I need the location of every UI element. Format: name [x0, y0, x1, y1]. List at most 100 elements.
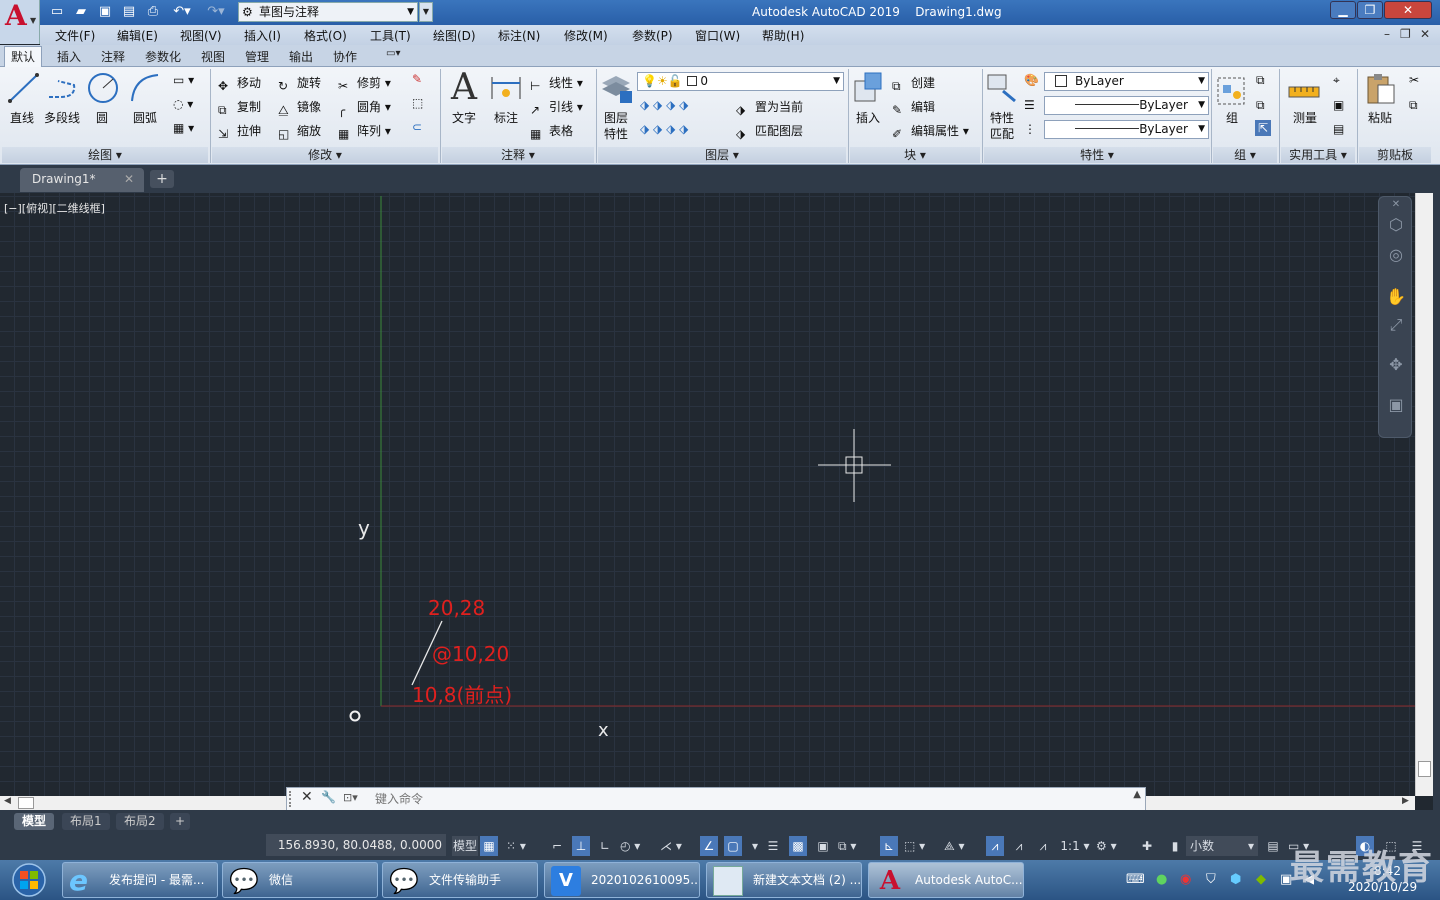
taskbar-file-transfer[interactable]: 💬 文件传输助手 [382, 862, 538, 898]
erase-icon[interactable]: ✎ [412, 72, 422, 86]
save-icon[interactable]: ▣ [96, 3, 114, 21]
menu-parametric[interactable]: 参数(P) [632, 27, 673, 44]
rectangle-icon[interactable]: ▭ ▾ [173, 73, 194, 87]
horizontal-scroll-thumb[interactable] [18, 797, 34, 809]
annotation-scale-dropdown[interactable]: 1:1 ▾ [1058, 836, 1092, 856]
transparency-toggle-icon[interactable]: ▩ [789, 836, 807, 856]
scale-button[interactable]: ◱ 缩放 [278, 122, 321, 143]
model-space-toggle[interactable]: 模型 [452, 836, 478, 856]
transparency-icon[interactable]: ⋮ [1024, 122, 1036, 136]
circle-button[interactable]: 圆 [96, 109, 108, 126]
stretch-button[interactable]: ⇲ 拉伸 [218, 122, 261, 143]
tab-manage[interactable]: 管理 [245, 48, 269, 65]
edit-block-button[interactable]: ✎ 编辑 [892, 98, 935, 119]
vertical-scroll-thumb[interactable] [1418, 761, 1431, 777]
paste-button[interactable]: 粘贴 [1368, 109, 1392, 126]
menu-file[interactable]: 文件(F) [55, 27, 95, 44]
hatch-icon[interactable]: ◌ ▾ [173, 97, 193, 111]
menu-dimension[interactable]: 标注(N) [498, 27, 540, 44]
leader-button[interactable]: ↗ 引线 ▾ [530, 98, 583, 119]
doc-restore-icon[interactable]: ❐ [1400, 27, 1411, 41]
add-layout-button[interactable]: + [170, 813, 191, 830]
ortho-icon[interactable]: ∟ [596, 836, 614, 856]
layer-properties-label[interactable]: 图层 [604, 109, 628, 126]
tab-default[interactable]: 默认 [4, 46, 43, 67]
selection-filter-icon[interactable]: ⬚ ▾ [904, 836, 925, 856]
arc-button[interactable]: 圆弧 [133, 109, 157, 126]
lineweight-toggle-icon[interactable]: ☰ [764, 836, 782, 856]
scroll-left-icon[interactable]: ◀ [4, 796, 11, 806]
group-edit-icon[interactable]: ⧉ [1256, 98, 1265, 113]
doc-tab-drawing1[interactable]: Drawing1* ✕ [20, 168, 144, 192]
menu-modify[interactable]: 修改(M) [564, 27, 608, 44]
maximize-button[interactable]: ❐ [1357, 1, 1383, 19]
scroll-right-icon[interactable]: ▶ [1402, 796, 1409, 806]
infer-constraints-icon[interactable]: ⌐ [548, 836, 566, 856]
lineweight-dropdown[interactable]: ByLayer ▼ [1044, 120, 1209, 139]
panel-draw-title[interactable]: 绘图 ▾ [2, 147, 208, 163]
units-dropdown[interactable]: 小数 ▾ [1186, 836, 1258, 856]
close-icon[interactable]: ✕ [301, 789, 313, 805]
panel-groups-title[interactable]: 组 ▾ [1213, 147, 1277, 163]
insert-button[interactable]: 插入 [856, 109, 880, 126]
wrench-icon[interactable]: 🔧 [321, 790, 336, 804]
steering-wheel-icon[interactable]: ◎ [1385, 245, 1407, 267]
table-button[interactable]: ▦ 表格 [530, 122, 573, 143]
taskbar-autocad[interactable]: A Autodesk AutoC... [868, 862, 1024, 898]
open-file-icon[interactable]: ▰ [72, 3, 90, 21]
tab-parametric[interactable]: 参数化 [145, 48, 181, 65]
command-history-icon[interactable]: ▲ [1133, 789, 1141, 800]
linetype-dropdown[interactable]: ByLayer ▼ [1044, 96, 1209, 115]
save-as-icon[interactable]: ▤ [120, 3, 138, 21]
match-properties-label2[interactable]: 匹配 [990, 125, 1014, 142]
close-icon[interactable]: ✕ [124, 168, 134, 190]
new-file-icon[interactable]: ▭ [48, 3, 66, 21]
color-wheel-icon[interactable]: 🎨 [1024, 73, 1039, 87]
array-button[interactable]: ▦ 阵列 ▾ [338, 122, 391, 143]
panel-clipboard-title[interactable]: 剪贴板 [1359, 147, 1431, 163]
linear-button[interactable]: ⊢ 线性 ▾ [530, 74, 583, 95]
explode-icon[interactable]: ⬚ [412, 96, 423, 110]
copy-clip-icon[interactable]: ⧉ [1409, 98, 1418, 113]
customize-toolbar-button[interactable]: ▼ [419, 2, 433, 22]
menu-window[interactable]: 窗口(W) [695, 27, 740, 44]
taskbar-video[interactable]: V 2020102610095... [544, 862, 700, 898]
shield-icon[interactable]: ⛉ [1206, 872, 1216, 887]
new-tab-button[interactable]: + [150, 170, 174, 188]
fillet-button[interactable]: ╭ 圆角 ▾ [338, 98, 391, 119]
keyboard-icon[interactable]: ⌨ [1126, 872, 1145, 887]
menu-tools[interactable]: 工具(T) [370, 27, 411, 44]
menu-draw[interactable]: 绘图(D) [433, 27, 476, 44]
make-current-button[interactable]: ⬗ 置为当前 [736, 98, 803, 119]
panel-properties-title[interactable]: 特性 ▾ [984, 147, 1210, 163]
layer-tools-row1[interactable]: ⬗ ⬗ ⬗ ⬗ [640, 98, 688, 112]
copy-button[interactable]: ⧉ 复制 [218, 98, 261, 119]
3d-osnap-icon[interactable]: ⧉ ▾ [838, 836, 856, 856]
create-block-button[interactable]: ⧉ 创建 [892, 74, 935, 95]
panel-annotation-title[interactable]: 注释 ▾ [442, 147, 594, 163]
text-button[interactable]: 文字 [452, 109, 476, 126]
tab-view[interactable]: 视图 [201, 48, 225, 65]
color-dropdown[interactable]: ByLayer ▼ [1044, 72, 1209, 91]
panel-layers-title[interactable]: 图层 ▾ [598, 147, 846, 163]
layer-dropdown[interactable]: 💡☀🔓 0 ▼ [637, 72, 844, 91]
close-button[interactable]: ✕ [1384, 1, 1432, 19]
polyline-button[interactable]: 多段线 [44, 109, 80, 126]
menu-format[interactable]: 格式(O) [304, 27, 347, 44]
ribbon-options-icon[interactable]: ▭▾ [386, 48, 400, 59]
menu-help[interactable]: 帮助(H) [762, 27, 804, 44]
menu-insert[interactable]: 插入(I) [244, 27, 281, 44]
group-button[interactable]: 组 [1226, 109, 1238, 126]
lineweight-icon[interactable]: ☰ [1024, 98, 1035, 112]
polar-tracking-icon[interactable]: ◴ ▾ [620, 836, 640, 856]
zoom-extents-icon[interactable]: ⤢ [1385, 315, 1407, 337]
annotation-visibility-icon[interactable]: ⩘ [986, 836, 1004, 856]
match-properties-label[interactable]: 特性 [990, 109, 1014, 126]
command-prompt-icon[interactable]: ⊡▾ [343, 791, 358, 804]
panel-modify-title[interactable]: 修改 ▾ [212, 147, 438, 163]
command-input[interactable] [375, 790, 1115, 808]
boundary-icon[interactable]: ▦ ▾ [173, 121, 194, 135]
panel-block-title[interactable]: 块 ▾ [850, 147, 980, 163]
tab-model[interactable]: 模型 [14, 813, 55, 830]
add-icon[interactable]: ✚ [1138, 836, 1156, 856]
